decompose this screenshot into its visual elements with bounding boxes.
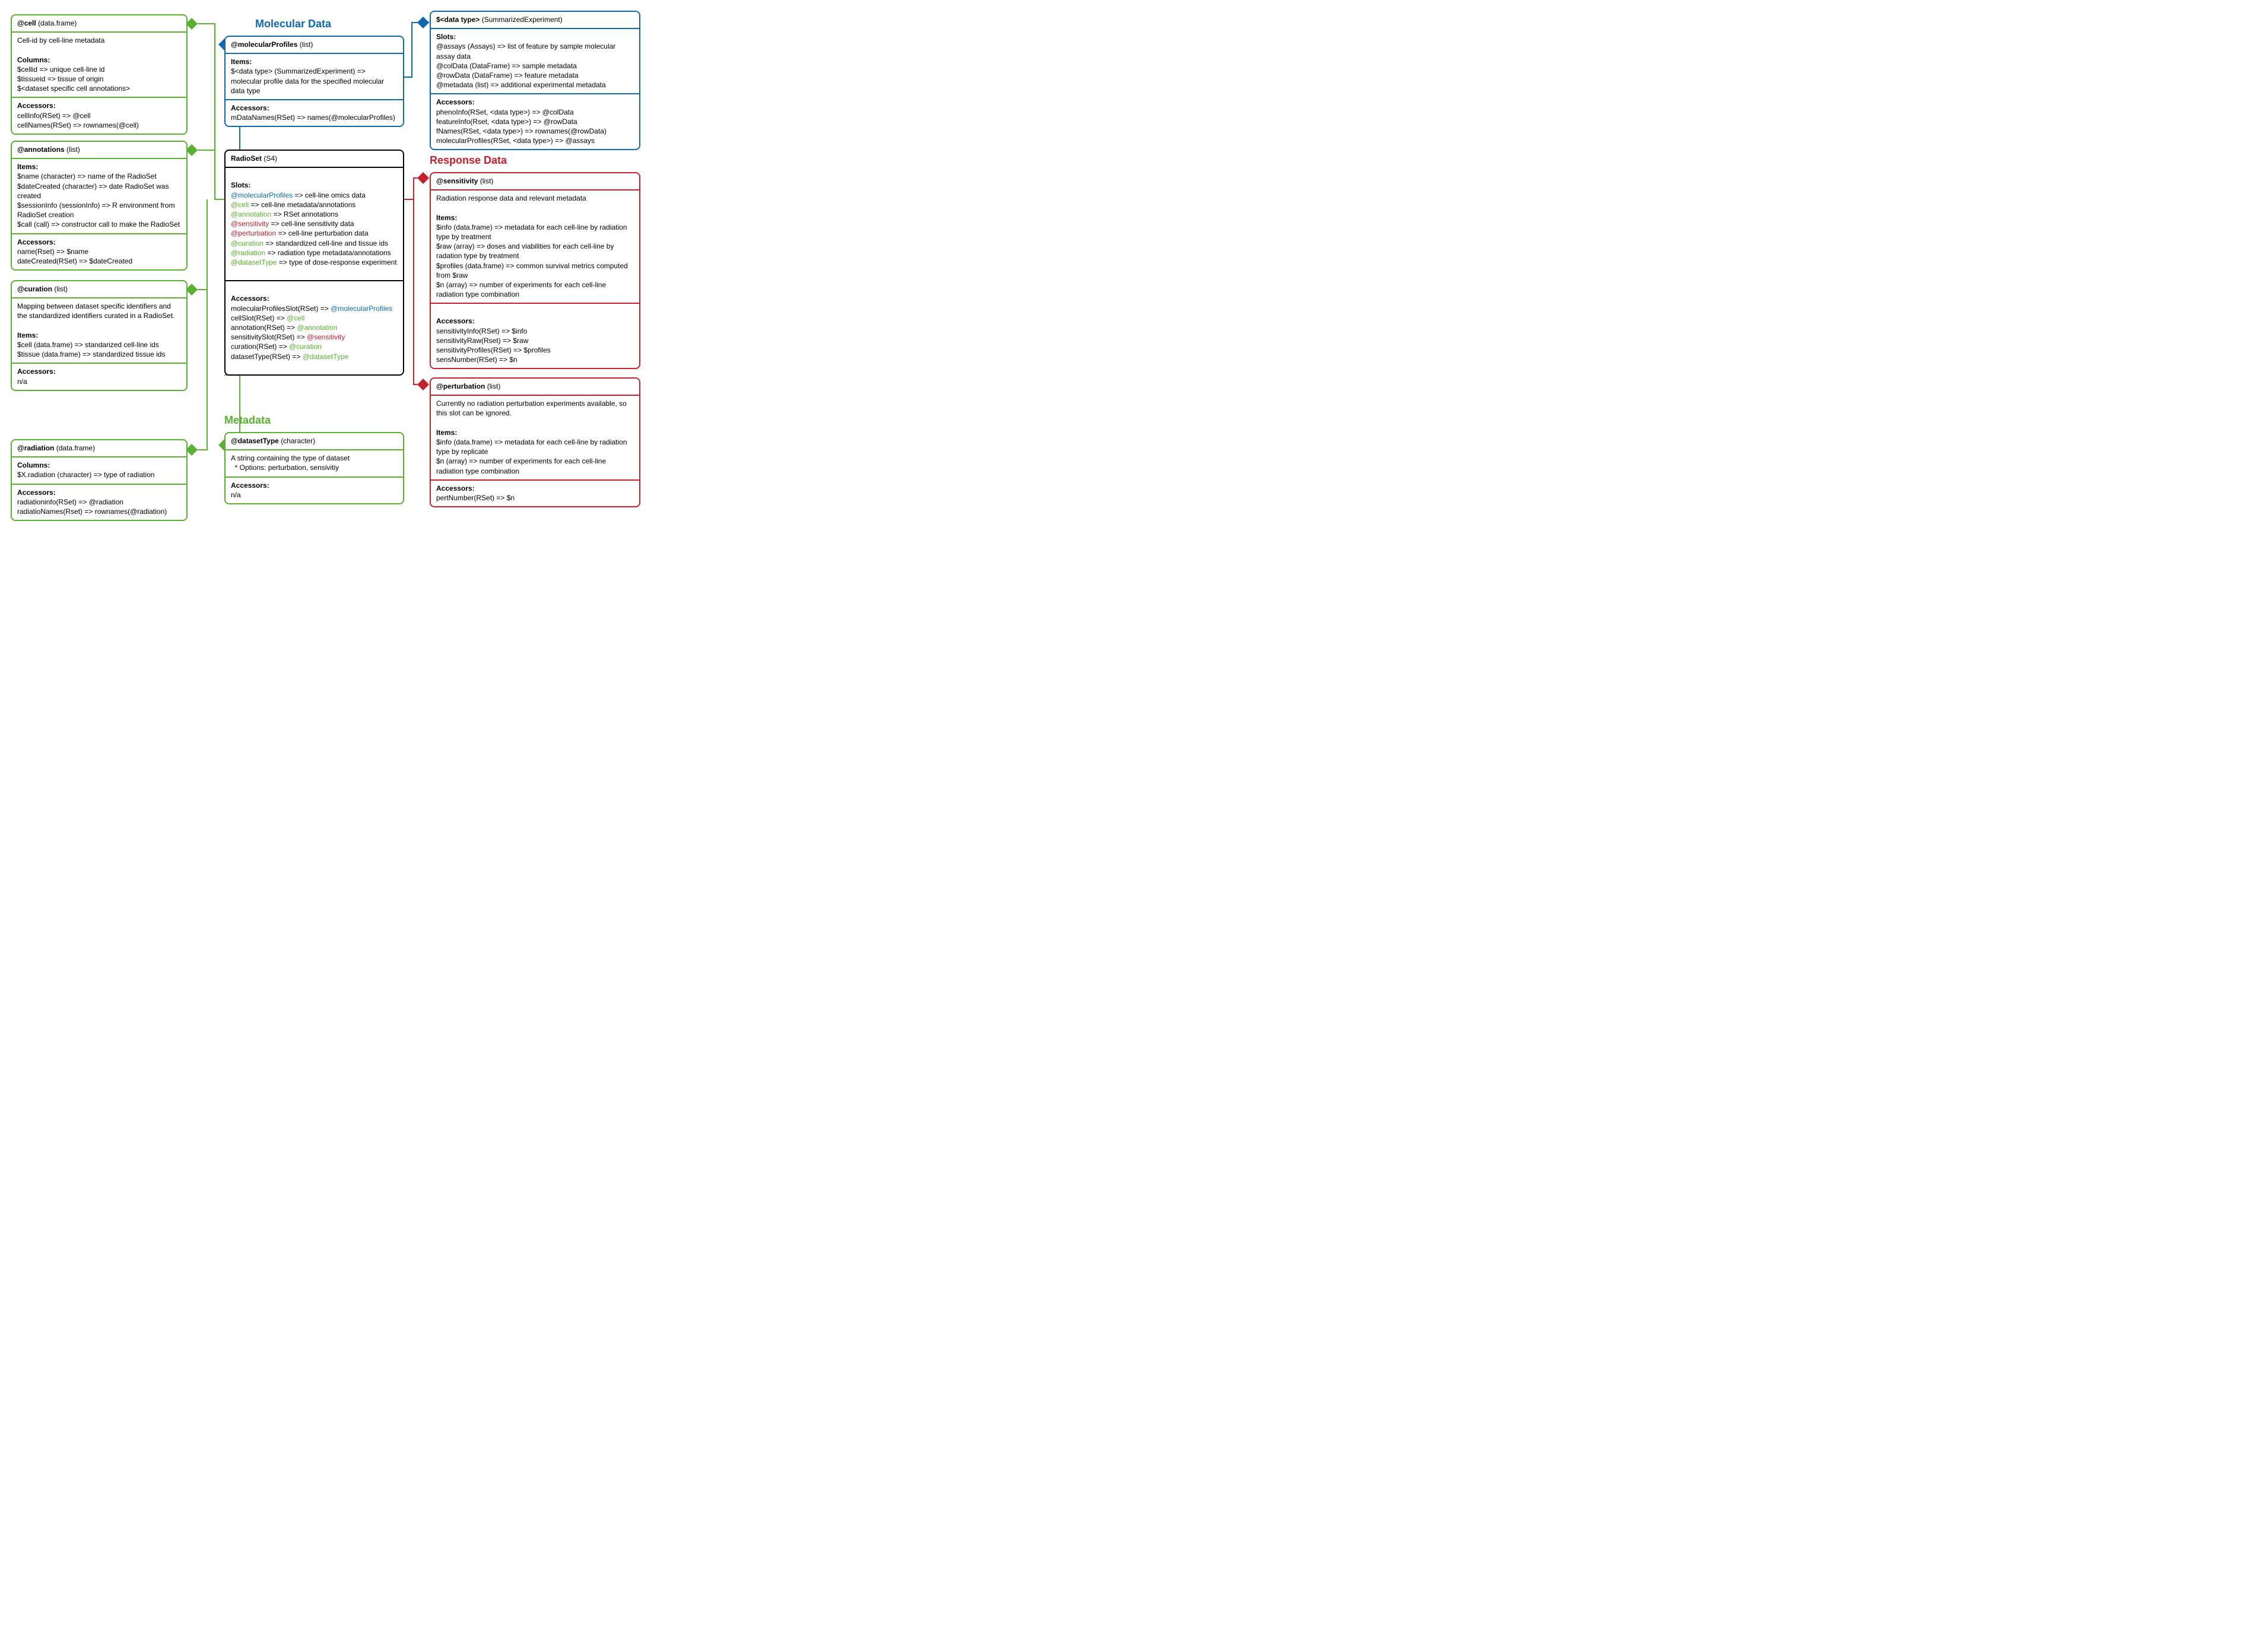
box-dataset-type: @datasetType (character) A string contai… — [224, 432, 404, 504]
box-annotations: @annotations (list) Items: $name (charac… — [11, 141, 188, 271]
section-title-molecular: Molecular Data — [255, 18, 331, 30]
box-molecular-profiles: @molecularProfiles (list) Items: $<data … — [224, 36, 404, 127]
box-perturbation: @perturbation (list) Currently no radiat… — [430, 377, 640, 507]
box-sensitivity: @sensitivity (list) Radiation response d… — [430, 172, 640, 369]
box-summarized-experiment: $<data type> (SummarizedExperiment) Slot… — [430, 11, 640, 150]
box-radioset: RadioSet (S4) Slots: @molecularProfiles … — [224, 150, 404, 376]
section-title-metadata: Metadata — [224, 414, 271, 427]
box-radiation: @radiation (data.frame) Columns: $X.radi… — [11, 439, 188, 521]
section-title-response: Response Data — [430, 154, 507, 167]
cell-desc: Cell-id by cell-line metadata — [17, 36, 181, 45]
diagram-canvas: Molecular Data Response Data Metadata @c… — [0, 0, 747, 551]
box-cell: @cell (data.frame) Cell-id by cell-line … — [11, 14, 188, 135]
box-curation: @curation (list) Mapping between dataset… — [11, 280, 188, 391]
